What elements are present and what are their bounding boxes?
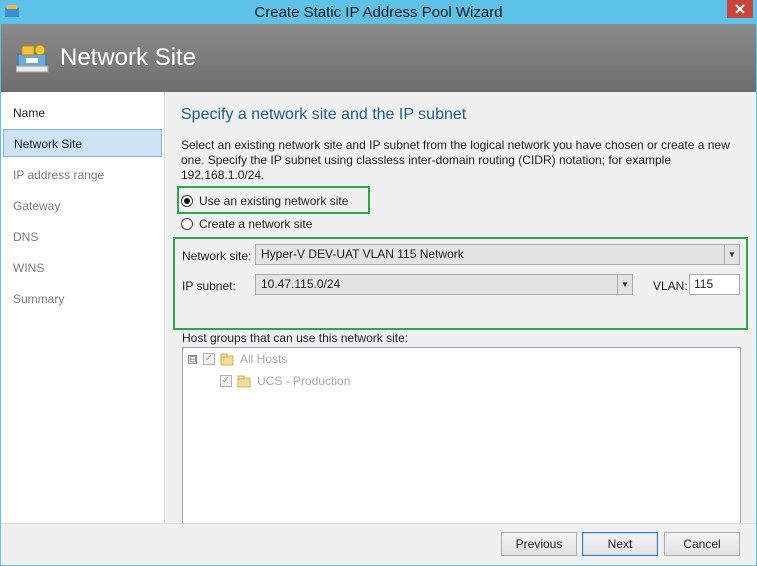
previous-button[interactable]: Previous	[501, 532, 577, 556]
tree-row[interactable]: ✓ UCS - Production	[220, 372, 350, 390]
sidebar-item-summary[interactable]: Summary	[3, 285, 162, 313]
network-site-label: Network site:	[182, 249, 252, 263]
network-site-value: Hyper-V DEV-UAT VLAN 115 Network	[261, 247, 464, 261]
wizard-window: Network Site Name Network Site IP addres…	[1, 24, 756, 565]
sidebar-item-name[interactable]: Name	[3, 99, 162, 127]
sidebar-item-network-site[interactable]: Network Site	[3, 129, 162, 157]
dropdown-arrow-icon[interactable]: ▼	[724, 245, 739, 264]
radio-checked-icon[interactable]	[181, 195, 193, 207]
section-heading: Specify a network site and the IP subnet	[181, 106, 467, 123]
network-site-combo[interactable]: Hyper-V DEV-UAT VLAN 115 Network ▼	[255, 244, 740, 265]
vlan-label: VLAN:	[653, 279, 688, 293]
host-groups-label: Host groups that can use this network si…	[182, 331, 409, 345]
close-button[interactable]: ✕	[727, 0, 753, 18]
wizard-header: Network Site	[1, 24, 756, 92]
sidebar-item-dns[interactable]: DNS	[3, 223, 162, 251]
radio-create-site[interactable]: Create a network site	[181, 215, 312, 233]
host-groups-tree: ⊟ ✓ All Hosts ✓ UCS - Production	[182, 347, 741, 530]
host-group-icon	[237, 375, 251, 387]
host-group-name: All Hosts	[240, 352, 288, 366]
sidebar-item-ip-address-range[interactable]: IP address range	[3, 161, 162, 189]
window-title: Create Static IP Address Pool Wizard	[254, 4, 503, 21]
checkbox-checked-icon[interactable]: ✓	[203, 353, 215, 365]
host-group-icon	[220, 353, 234, 365]
radio-create-label: Create a network site	[199, 217, 313, 231]
network-site-icon	[16, 44, 49, 73]
checkbox-checked-icon[interactable]: ✓	[220, 375, 232, 387]
sidebar-item-wins[interactable]: WINS	[3, 254, 162, 282]
next-button[interactable]: Next	[582, 532, 658, 556]
wizard-content: Specify a network site and the IP subnet…	[166, 92, 756, 530]
radio-existing-label: Use an existing network site	[199, 194, 349, 208]
vlan-input[interactable]: 115	[689, 274, 740, 295]
wizard-footer: Previous Next Cancel	[1, 523, 756, 565]
description-text: Select an existing network site and IP s…	[181, 138, 730, 182]
radio-use-existing-site[interactable]: Use an existing network site	[181, 192, 348, 210]
ip-subnet-combo[interactable]: 10.47.115.0/24 ▼	[255, 274, 633, 295]
ip-subnet-value: 10.47.115.0/24	[261, 277, 341, 291]
host-group-name: UCS - Production	[257, 374, 351, 388]
sidebar-item-gateway[interactable]: Gateway	[3, 192, 162, 220]
page-title: Network Site	[60, 44, 197, 71]
cancel-button[interactable]: Cancel	[664, 532, 740, 556]
ip-subnet-label: IP subnet:	[182, 279, 236, 293]
dropdown-arrow-icon[interactable]: ▼	[617, 275, 632, 294]
radio-unchecked-icon[interactable]	[181, 218, 193, 230]
collapse-icon[interactable]: ⊟	[188, 354, 197, 364]
title-bar: Create Static IP Address Pool Wizard ✕	[0, 0, 757, 24]
tree-row[interactable]: ⊟ ✓ All Hosts	[188, 350, 287, 368]
wizard-steps-sidebar: Name Network Site IP address range Gatew…	[1, 92, 165, 523]
